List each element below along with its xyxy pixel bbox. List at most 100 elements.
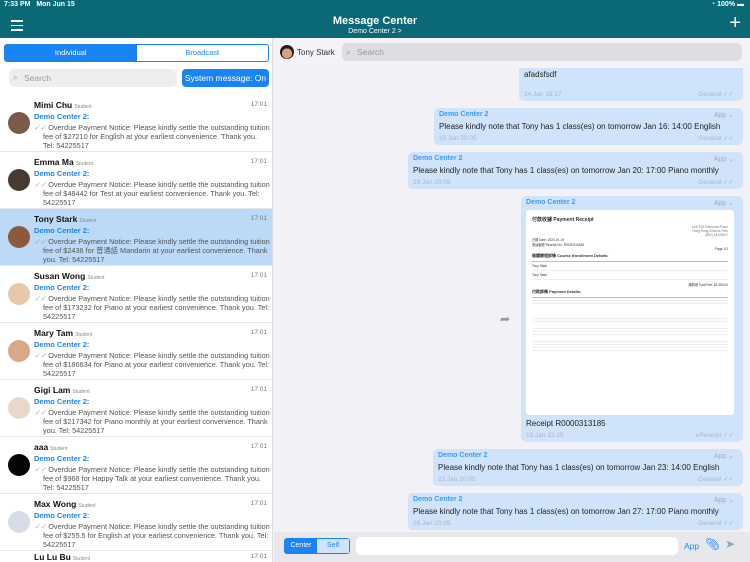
message-bubble: Demo Center 2 App ⌄ Please kindly note t… xyxy=(434,108,743,145)
search-icon: ⌕ xyxy=(13,73,18,82)
message-tag: eReceipt ✓✓ xyxy=(695,432,734,439)
conversation-search-input[interactable]: ⌕ Search xyxy=(9,69,177,87)
message-time: 17:01 xyxy=(250,329,267,336)
contact-name: aaa Student xyxy=(34,442,68,452)
status-battery: ◔ 100% ▬ xyxy=(710,1,744,8)
send-icon[interactable]: ➤ xyxy=(725,537,735,551)
message-preview: ✓✓ Overdue Payment Notice: Please kindly … xyxy=(34,123,270,150)
sender-center: Demo Center 2: xyxy=(34,283,90,292)
avatar xyxy=(8,397,30,419)
toggle-self[interactable]: Self xyxy=(317,539,349,553)
message-bubble: Demo Center 2 App ⌄ Please kindly note t… xyxy=(433,449,743,486)
contact-name: Susan Wong Student xyxy=(34,271,105,281)
forward-icon[interactable]: ➦ xyxy=(500,312,510,326)
message-bubble: Demo Center 2 App ⌄ Please kindly note t… xyxy=(408,493,743,530)
conversation-item[interactable]: Mary Tam Student 17:01 Demo Center 2: ✓✓ Ove… xyxy=(0,323,272,380)
message-sender: Demo Center 2 xyxy=(413,496,463,503)
message-channel[interactable]: App ⌄ xyxy=(714,452,734,460)
message-time: 17:01 xyxy=(250,553,267,560)
conversation-item[interactable]: Lu Lu Bu Student 17:01 xyxy=(0,551,272,562)
sender-toggle: Center Self xyxy=(284,538,350,554)
contact-name: Tony Stark xyxy=(297,48,335,57)
message-text: Please kindly note that Tony has 1 class… xyxy=(438,463,720,472)
message-channel[interactable]: App ⌄ xyxy=(714,155,734,163)
contact-name: Mary Tam Student xyxy=(34,328,93,338)
receipt-image[interactable]: 付款收據 Payment Receipt Unit 308 Enterprise… xyxy=(526,210,734,415)
read-check-icon: ✓✓ xyxy=(34,408,47,417)
contact-name: Emma Ma Student xyxy=(34,157,93,167)
sender-center: Demo Center 2: xyxy=(34,112,90,121)
message-preview: ✓✓ Overdue Payment Notice: Please kindly … xyxy=(34,465,270,492)
conversation-item[interactable]: aaa Student 17:01 Demo Center 2: ✓✓ Overdue … xyxy=(0,437,272,494)
message-channel[interactable]: App ⌄ xyxy=(714,199,734,207)
message-date: 19 Jan 20:05 xyxy=(413,179,451,186)
add-icon[interactable]: + xyxy=(729,13,741,33)
message-date: 15 Jan 20:05 xyxy=(439,135,477,142)
message-date: 19 Jan 23:25 xyxy=(526,432,564,439)
message-time: 17:01 xyxy=(250,500,267,507)
message-bubble: afadsfsdf 14 Jan 16:27 General ✓✓ xyxy=(519,68,743,101)
contact-name: Mimi Chu Student xyxy=(34,100,92,110)
message-preview: ✓✓ Overdue Payment Notice: Please kindly … xyxy=(34,237,270,264)
contact-name: Lu Lu Bu Student xyxy=(34,552,91,562)
conversation-item[interactable]: Emma Ma Student 17:01 Demo Center 2: ✓✓ Over… xyxy=(0,152,272,209)
message-text: afadsfsdf xyxy=(524,70,557,79)
chat-search-input[interactable]: ⌕ Search xyxy=(342,43,742,61)
message-text: Please kindly note that Tony has 1 class… xyxy=(413,507,719,516)
channel-app-button[interactable]: App xyxy=(684,541,699,551)
message-sender: Demo Center 2 xyxy=(413,155,463,162)
read-check-icon: ✓✓ xyxy=(34,465,47,474)
system-message-toggle[interactable]: System message: On xyxy=(182,69,269,87)
conversation-item[interactable]: Susan Wong Student 17:01 Demo Center 2: ✓✓ O… xyxy=(0,266,272,323)
toggle-center[interactable]: Center xyxy=(285,539,317,553)
message-preview: ✓✓ Overdue Payment Notice: Please kindly … xyxy=(34,180,270,207)
read-check-icon: ✓✓ xyxy=(34,123,47,132)
chat-messages[interactable]: afadsfsdf 14 Jan 16:27 General ✓✓ Demo C… xyxy=(274,68,750,532)
message-tag: General ✓✓ xyxy=(698,91,734,98)
message-preview: ✓✓ Overdue Payment Notice: Please kindly … xyxy=(34,294,270,321)
message-preview: ✓✓ Overdue Payment Notice: Please kindly … xyxy=(34,351,270,378)
message-sender: Demo Center 2 xyxy=(526,199,576,206)
attachment-icon[interactable]: 📎︎ xyxy=(705,537,720,551)
sender-center: Demo Center 2: xyxy=(34,454,90,463)
avatar xyxy=(8,226,30,248)
center-selector[interactable]: Demo Center 2 > xyxy=(0,28,750,35)
message-date: 22 Jan 20:05 xyxy=(438,476,476,483)
conversation-item[interactable]: Max Wong Student 17:01 Demo Center 2: ✓✓ Ove… xyxy=(0,494,272,551)
message-channel[interactable]: App ⌄ xyxy=(714,111,734,119)
message-channel[interactable]: App ⌄ xyxy=(714,496,734,504)
message-time: 17:01 xyxy=(250,386,267,393)
tab-individual[interactable]: Individual xyxy=(5,45,137,61)
conversation-item[interactable]: Tony Stark Student 17:01 Demo Center 2: ✓✓ O… xyxy=(0,209,272,266)
message-tag: General ✓✓ xyxy=(698,476,734,483)
avatar xyxy=(8,112,30,134)
message-tag: General ✓✓ xyxy=(698,135,734,142)
conversation-panel: Individual Broadcast ⌕ Search System mess… xyxy=(0,38,273,562)
message-time: 17:01 xyxy=(250,272,267,279)
conversation-item[interactable]: Mimi Chu Student 17:01 Demo Center 2: ✓✓ Ove… xyxy=(0,95,272,152)
tab-broadcast[interactable]: Broadcast xyxy=(137,45,269,61)
avatar xyxy=(280,45,294,59)
page-title: Message Center xyxy=(332,15,418,27)
conversation-item[interactable]: Gigi Lam Student 17:01 Demo Center 2: ✓✓ Ove… xyxy=(0,380,272,437)
message-preview: ✓✓ Overdue Payment Notice: Please kindly … xyxy=(34,522,270,549)
message-text: Please kindly note that Tony has 1 class… xyxy=(439,122,721,131)
message-time: 17:01 xyxy=(250,215,267,222)
message-time: 17:01 xyxy=(250,158,267,165)
message-date: 14 Jan 16:27 xyxy=(524,91,562,98)
message-sender: Demo Center 2 xyxy=(438,452,488,459)
message-text: Receipt R0000313185 xyxy=(526,419,606,428)
avatar xyxy=(8,283,30,305)
contact-name: Tony Stark Student xyxy=(34,214,97,224)
chat-header: Tony Stark ⌕ Search xyxy=(274,38,750,68)
message-input[interactable] xyxy=(356,537,678,555)
message-bubble: Demo Center 2 App ⌄ Please kindly note t… xyxy=(408,152,743,189)
receipt-bubble: Demo Center 2 App ⌄ 付款收據 Payment Receipt… xyxy=(521,196,743,442)
read-check-icon: ✓✓ xyxy=(34,180,47,189)
mode-segment: Individual Broadcast xyxy=(4,44,269,62)
message-text: Please kindly note that Tony has 1 class… xyxy=(413,166,719,175)
read-check-icon: ✓✓ xyxy=(34,294,47,303)
status-time: 7:33 PM Mon Jun 15 xyxy=(4,1,75,8)
message-sender: Demo Center 2 xyxy=(439,111,489,118)
message-time: 17:01 xyxy=(250,443,267,450)
